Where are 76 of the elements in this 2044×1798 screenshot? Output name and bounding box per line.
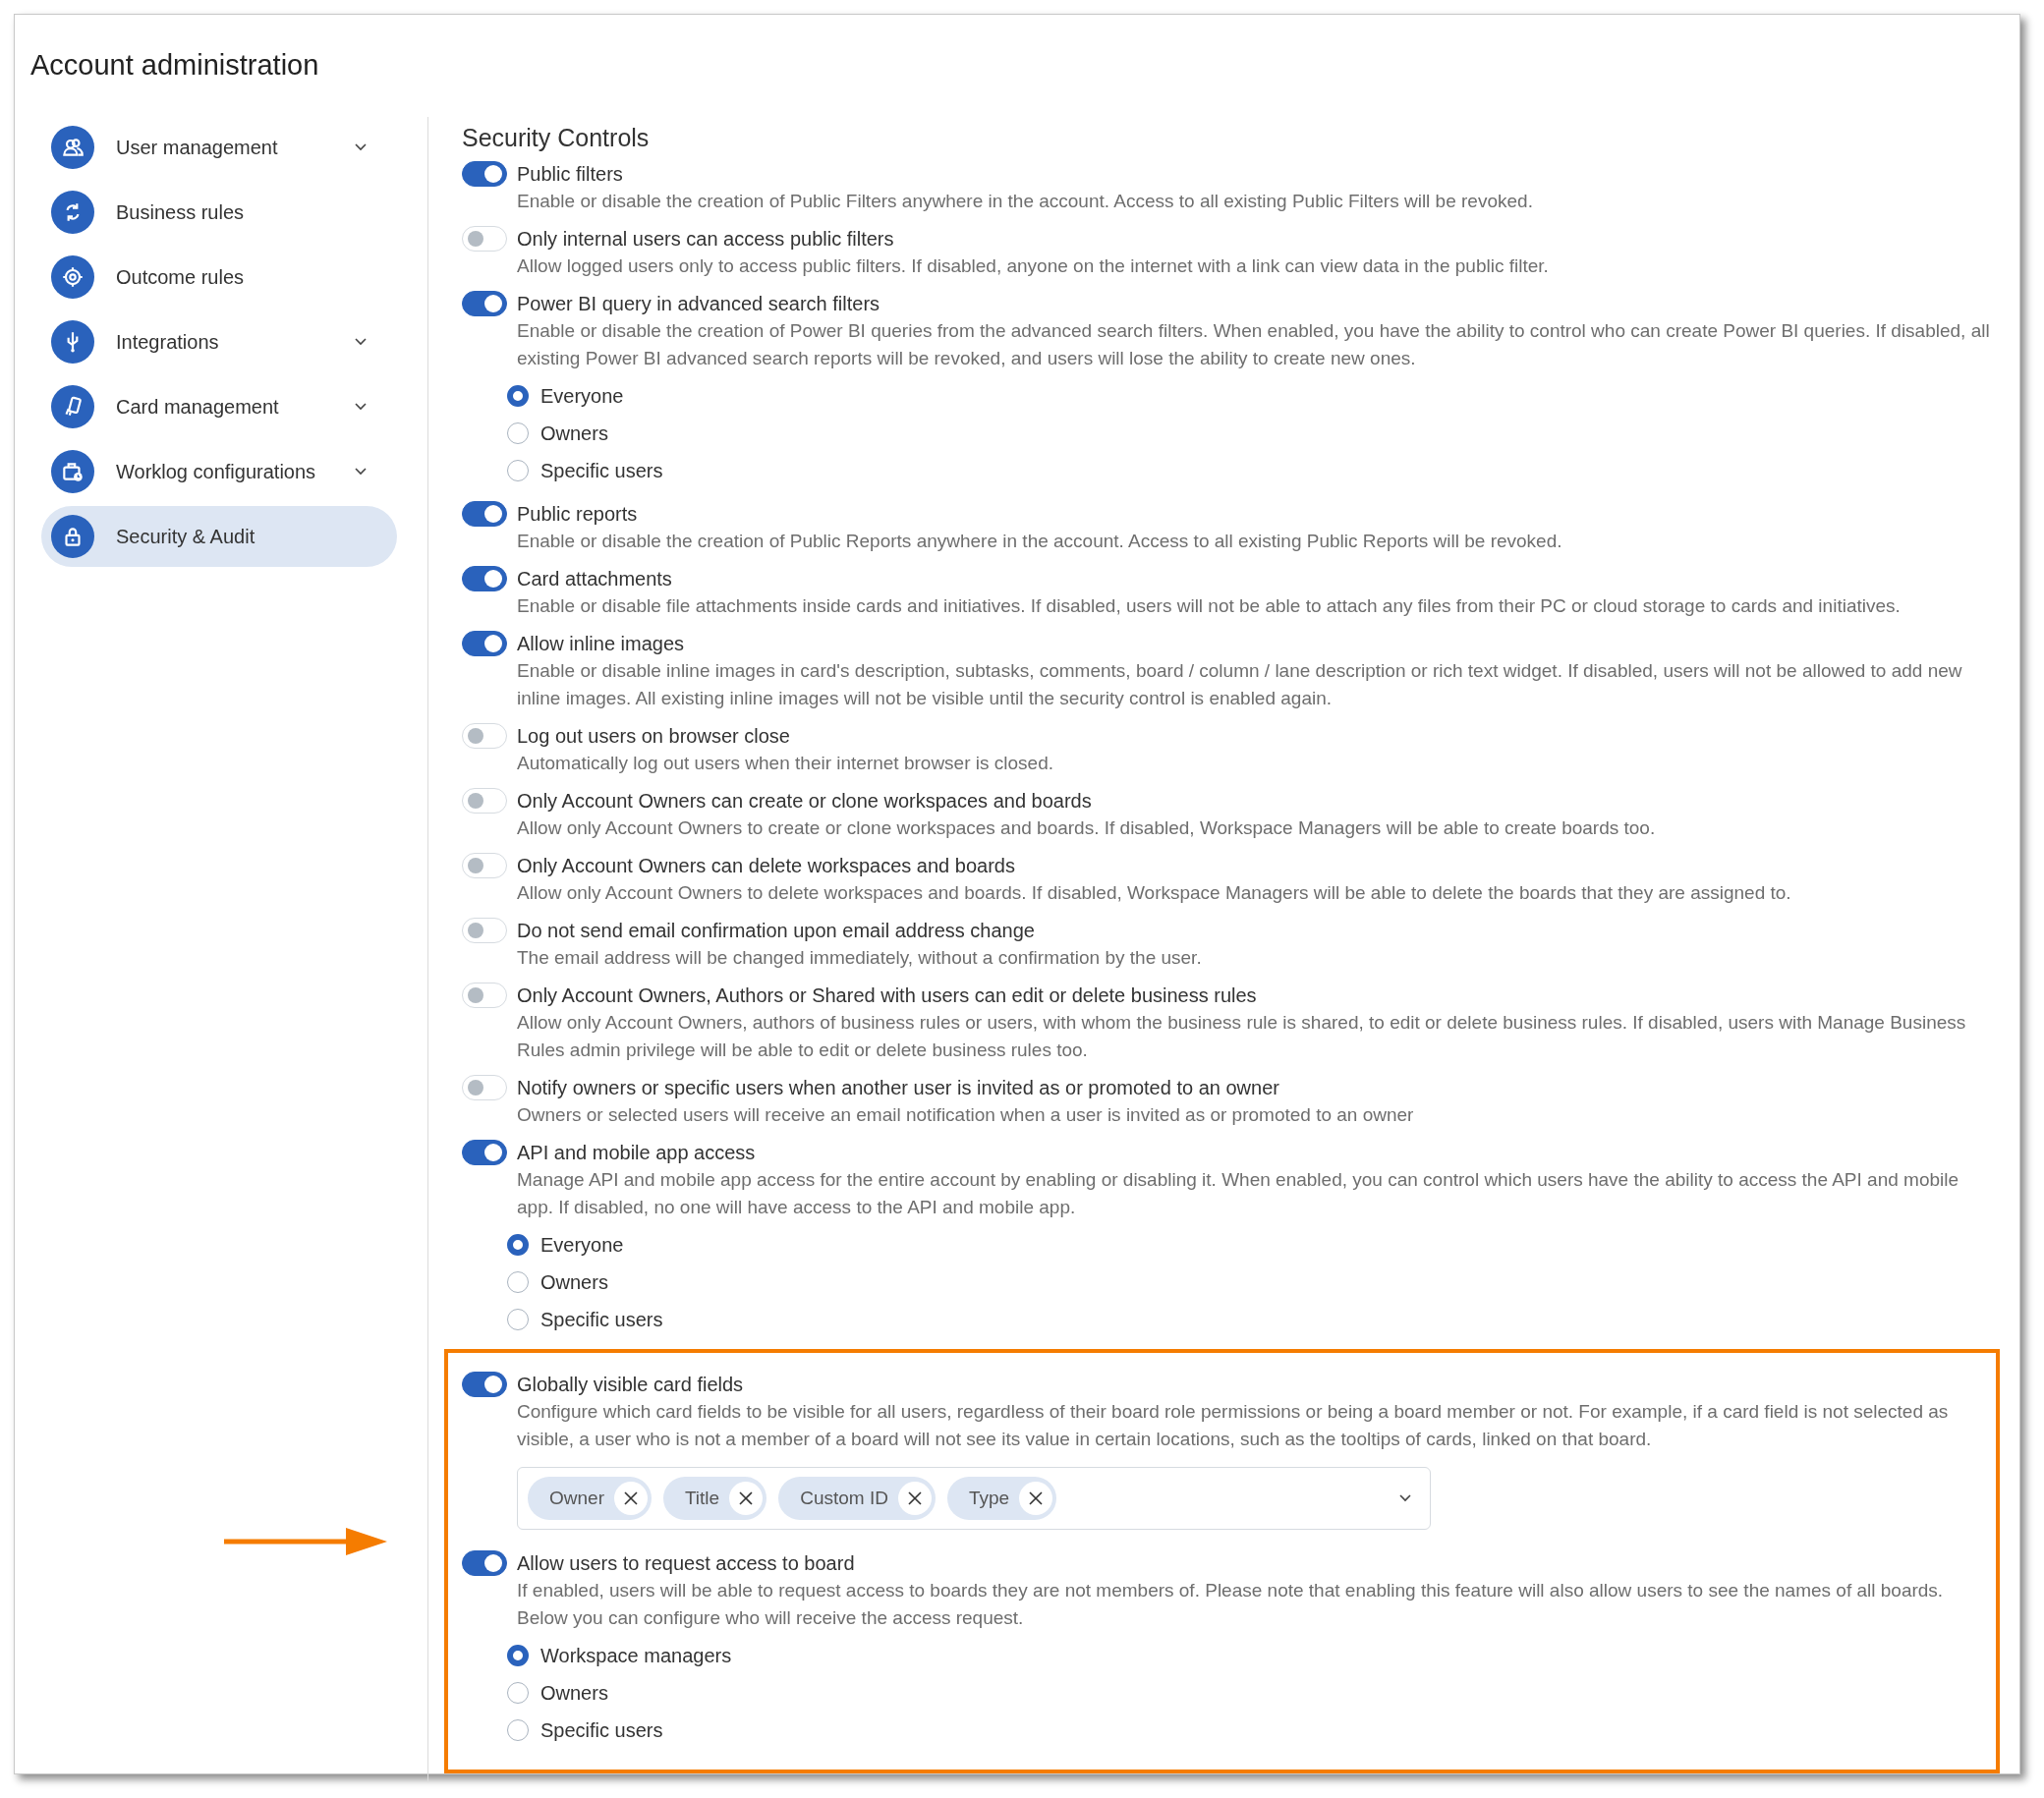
setting-description: Allow only Account Owners to create or clone workspaces and boards. If disabled, Workspace Managers will be able to create boards too. (517, 816, 1657, 840)
setting-description: Configure which card fields to be visible for all users, regardless of their board role permissions or being a board member or not. For example, if a card field is not selected as visible, a user who is not a member of a board will not see its value in certain locations, such as the tooltips of cards, linked on that board. (517, 1400, 1950, 1451)
setting-description: Enable or disable the creation of Public Filters anywhere in the account. Access to all existing Public Filters will be revoked. (517, 190, 1534, 213)
setting-description: Enable or disable the creation of Power BI queries from the advanced search filters. When enabled, you have the ability to control who can create Power BI queries. If disabled, all existing Power BI advanced search reports will be revoked, and users will lose the ability to create new ones. (517, 319, 1991, 370)
sidebar-item[interactable]: Card management (41, 376, 397, 437)
radio-option[interactable]: Everyone (507, 1231, 624, 1259)
setting-title: API and mobile app access (517, 1141, 757, 1165)
briefcase-clock-icon (51, 450, 94, 493)
radio-option[interactable]: Specific users (507, 457, 663, 484)
setting-description: Enable or disable file attachments inside cards and initiatives. If disabled, users will not be able to attach any files from their PC or cloud storage to cards and initiatives. (517, 594, 1902, 618)
toggle-switch[interactable] (462, 1140, 507, 1165)
radio-option[interactable]: Specific users (507, 1306, 663, 1333)
setting-description: Enable or disable the creation of Public Reports anywhere in the account. Access to all existing Public Reports will be revoked. (517, 530, 1563, 553)
toggle-switch[interactable] (462, 1372, 507, 1397)
remove-tag-button[interactable] (613, 1482, 648, 1515)
setting-title: Public filters (517, 162, 624, 187)
setting-description: Allow logged users only to access public filters. If disabled, anyone on the internet with a link can view data in the public filter. (517, 254, 1550, 278)
radio-option[interactable]: Everyone (507, 382, 624, 410)
close-icon (738, 1490, 755, 1506)
setting-title: Only internal users can access public filters (517, 227, 895, 252)
setting-title: Globally visible card fields (517, 1373, 745, 1397)
radio-option[interactable]: Owners (507, 420, 608, 447)
remove-tag-button[interactable] (1019, 1482, 1053, 1515)
remove-tag-button[interactable] (897, 1482, 932, 1515)
radio-option[interactable]: Workspace managers (507, 1642, 732, 1669)
sidebar-item[interactable]: Security & Audit (41, 506, 397, 567)
radio-option[interactable]: Specific users (507, 1716, 663, 1744)
tag-label: Custom ID (800, 1488, 888, 1509)
target-icon (51, 255, 94, 299)
setting-title: Power BI query in advanced search filters (517, 292, 881, 316)
radio-option[interactable]: Owners (507, 1268, 608, 1296)
toggle-switch[interactable] (462, 566, 507, 591)
setting-description: If enabled, users will be able to request access to boards they are not members of. Please note that enabling this feature will also allow users to see the names of all boards. Below you can configure who will receive the access request. (517, 1579, 1945, 1630)
sidebar-item[interactable]: Outcome rules (41, 247, 397, 308)
tag-label: Owner (549, 1488, 604, 1509)
lock-icon (51, 515, 94, 558)
sidebar-item[interactable]: Business rules (41, 182, 397, 243)
setting-title: Allow users to request access to board (517, 1551, 856, 1576)
tag-label: Type (968, 1488, 1010, 1509)
sidebar-item[interactable]: Integrations (41, 311, 397, 372)
sidebar-item[interactable]: User management (41, 117, 397, 178)
toggle-switch[interactable] (462, 631, 507, 656)
setting-title: Only Account Owners can create or clone workspaces and boards (517, 789, 1093, 814)
toggle-switch[interactable] (462, 501, 507, 527)
remove-tag-button[interactable] (729, 1482, 764, 1515)
close-icon (1028, 1490, 1045, 1506)
page-title: Account administration (29, 48, 320, 82)
setting-description: Owners or selected users will receive an email notification when a user is invited as or promoted to an owner (517, 1103, 1415, 1127)
sidebar-item[interactable]: Worklog configurations (41, 441, 397, 502)
setting-title: Do not send email confirmation upon email address change (517, 919, 1036, 943)
toggle-switch[interactable] (462, 291, 507, 316)
setting-title: Only Account Owners can delete workspaces and boards (517, 854, 1016, 878)
setting-title: Only Account Owners, Authors or Shared with users can edit or delete business rules (517, 983, 1258, 1008)
setting-description: Allow only Account Owners to delete workspaces and boards. If disabled, Workspace Managers will be able to delete the boards that they are assigned to. (517, 881, 1792, 905)
setting-title: Notify owners or specific users when another user is invited as or promoted to an owner (517, 1076, 1280, 1100)
setting-description: Manage API and mobile app access for the entire account by enabling or disabling it. When enabled, you can control which users have the ability to access the API and mobile app. If disabled, no one will have access to the API and mobile app. (517, 1168, 1960, 1219)
setting-description: Enable or disable inline images in card's description, subtasks, comments, board / column / lane description or rich text widget. If disabled, users will not be allowed to add new inline images. All existing inline images will not be visible until the security control is enabled again. (517, 659, 1963, 710)
radio-option[interactable]: Owners (507, 1679, 608, 1707)
setting-title: Allow inline images (517, 632, 686, 656)
close-icon (906, 1490, 923, 1506)
tag-label: Title (684, 1488, 720, 1509)
users-icon (51, 126, 94, 169)
close-icon (622, 1490, 639, 1506)
setting-title: Log out users on browser close (517, 724, 791, 749)
setting-description: The email address will be changed immediately, without a confirmation by the user. (517, 946, 1203, 970)
toggle-switch[interactable] (462, 1550, 507, 1576)
setting-title: Card attachments (517, 567, 673, 591)
section-heading: Security Controls (462, 123, 651, 153)
refresh-icon (51, 191, 94, 234)
setting-description: Allow only Account Owners, authors of business rules or users, with whom the business rule is shared, to edit or delete business rules. If disabled, users with Manage Business Rules admin privilege will be able to edit or delete business rules too. (517, 1011, 1967, 1062)
setting-description: Automatically log out users when their internet browser is closed. (517, 752, 1054, 775)
setting-title: Public reports (517, 502, 639, 527)
toggle-switch[interactable] (462, 161, 507, 187)
usb-icon (51, 320, 94, 364)
card-icon (51, 385, 94, 428)
tag-select-field[interactable]: Owner Title Custom ID Type (517, 1467, 1431, 1530)
